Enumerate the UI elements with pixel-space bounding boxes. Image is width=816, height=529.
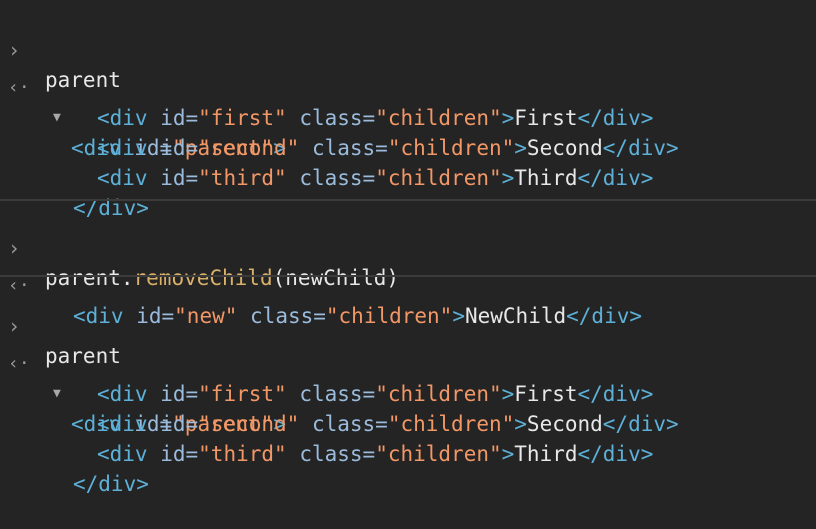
- child-element-line[interactable]: <div id="first" class="children">First</…: [0, 73, 653, 130]
- expand-triangle-icon[interactable]: ▼: [53, 379, 61, 409]
- input-expression: parent: [45, 344, 121, 368]
- devtools-console: › parent ‹· ▼ <div id="parent"> <div id=…: [0, 0, 816, 496]
- child-element[interactable]: <div id="first" class="children">First</…: [97, 103, 653, 133]
- entry-divider: [0, 275, 816, 277]
- input-expression: parent: [45, 68, 121, 92]
- expand-triangle-icon[interactable]: ▼: [53, 103, 61, 133]
- element-close-tag: </div>: [73, 196, 149, 220]
- console-output-line[interactable]: ‹· <div id="new" class="children">NewChi…: [0, 241, 642, 328]
- child-element[interactable]: <div id="third" class="children">Third</…: [97, 439, 653, 469]
- element-close-tag-line: </div>: [0, 163, 149, 220]
- element-close-tag-line: </div>: [0, 439, 149, 496]
- child-element-line[interactable]: <div id="second" class="children">Second…: [0, 379, 679, 436]
- console-input-line[interactable]: › parent.removeChild(newChild): [0, 203, 399, 290]
- entry-divider: [0, 199, 816, 201]
- input-expression: parent.removeChild(newChild): [45, 266, 400, 290]
- console-output-line[interactable]: ‹· ▼ <div id="parent">: [0, 319, 286, 436]
- child-element-line[interactable]: <div id="third" class="children">Third</…: [0, 409, 653, 466]
- returned-element[interactable]: <div id="new" class="children">NewChild<…: [73, 301, 642, 331]
- child-element[interactable]: <div id="second" class="children">Second…: [97, 133, 679, 163]
- child-element-line[interactable]: <div id="second" class="children">Second…: [0, 103, 679, 160]
- child-element[interactable]: <div id="second" class="children">Second…: [97, 409, 679, 439]
- child-element[interactable]: <div id="third" class="children">Third</…: [97, 163, 653, 193]
- console-output-line[interactable]: ‹· ▼ <div id="parent">: [0, 43, 286, 160]
- element-close-tag: </div>: [73, 472, 149, 496]
- console-input-line[interactable]: › parent: [0, 5, 121, 92]
- child-element-line[interactable]: <div id="first" class="children">First</…: [0, 349, 653, 406]
- console-input-line[interactable]: › parent: [0, 281, 121, 368]
- child-element-line[interactable]: <div id="third" class="children">Third</…: [0, 133, 653, 190]
- child-element[interactable]: <div id="first" class="children">First</…: [97, 379, 653, 409]
